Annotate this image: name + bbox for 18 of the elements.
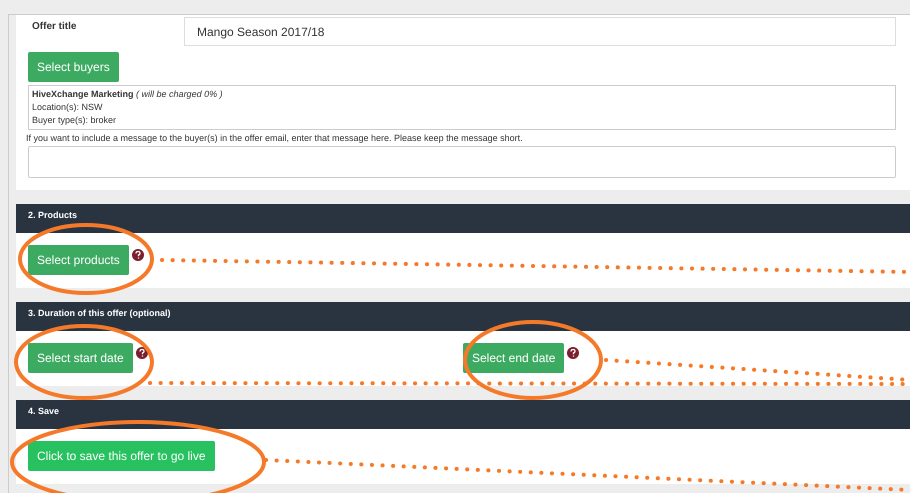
buyer-detail: Location(s): NSW bbox=[32, 101, 104, 114]
select-button[interactable]: Select end date bbox=[463, 343, 564, 373]
message-hint: If you want to include a message to the buyer(s) in the offer email, enter that message here. Please keep the message short. bbox=[26, 133, 524, 143]
help-icon[interactable] bbox=[567, 347, 580, 359]
help-icon[interactable] bbox=[132, 249, 144, 261]
section-header: 2. Products bbox=[16, 204, 910, 233]
field-label: Offer title bbox=[31, 20, 78, 32]
section-header: 3. Duration of this offer (optional) bbox=[16, 302, 910, 331]
buyer-detail: HiveXchange Marketing ( will be charged 0% ) bbox=[32, 88, 224, 101]
buyer-detail: Buyer type(s): broker bbox=[32, 114, 118, 127]
help-icon[interactable] bbox=[136, 347, 148, 359]
select-buyers-button[interactable]: Select buyers bbox=[28, 52, 119, 82]
save-button[interactable]: Click to save this offer to go live bbox=[28, 441, 215, 471]
message-field[interactable] bbox=[28, 146, 896, 178]
select-button[interactable]: Select start date bbox=[28, 343, 133, 373]
section-header: 4. Save bbox=[16, 400, 910, 429]
select-button[interactable]: Select products bbox=[28, 245, 129, 275]
offer-title-field[interactable]: Mango Season 2017/18 bbox=[184, 17, 896, 46]
